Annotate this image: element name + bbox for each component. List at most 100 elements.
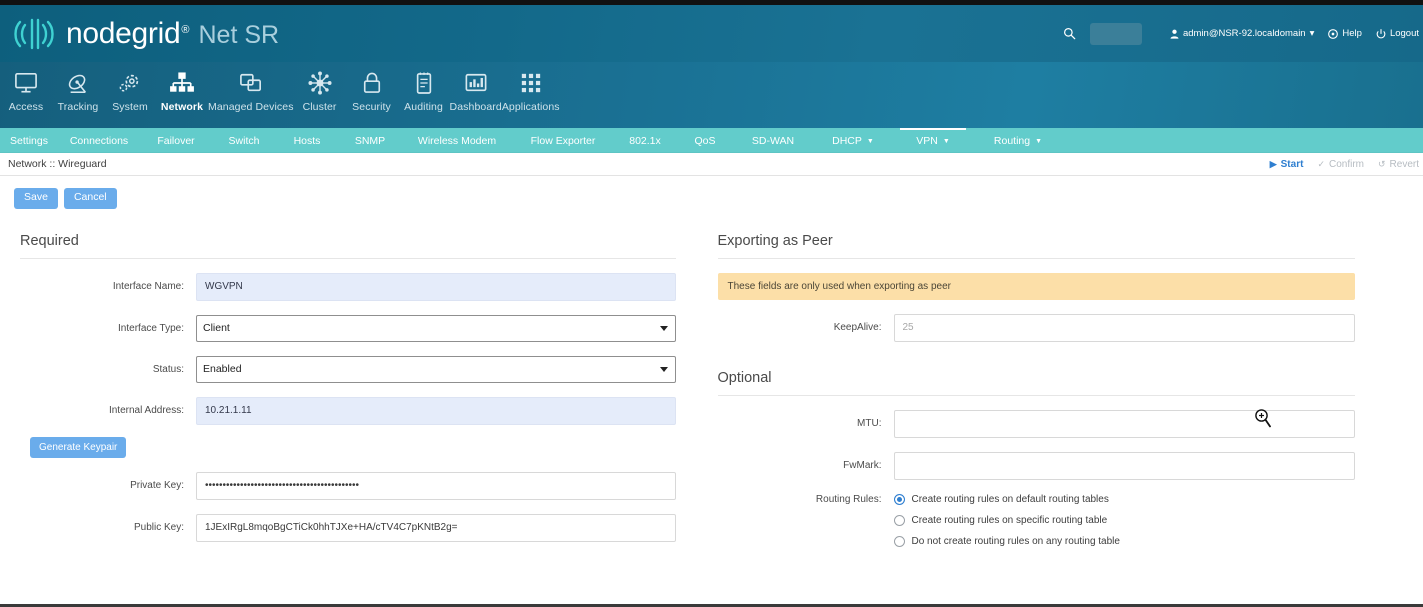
field-routing-rules: Routing Rules: Create routing rules on d… <box>718 493 1356 547</box>
field-keepalive: KeepAlive: <box>718 313 1355 342</box>
optional-section-title: Optional <box>717 370 1355 396</box>
exporting-notice: These fields are only used when exportin… <box>717 272 1355 300</box>
application-window: nodegrid ® Net SR admin@NSR-92.localdomai… <box>0 0 1423 607</box>
fwmark-input[interactable] <box>893 451 1355 480</box>
chevron-down-icon: ▼ <box>942 138 950 145</box>
keepalive-input[interactable] <box>893 313 1355 342</box>
routing-rules-options: Create routing rules on default routing … <box>893 493 1356 547</box>
field-mtu: MTU: <box>718 409 1355 438</box>
save-button[interactable]: Save <box>14 188 58 209</box>
public-key-input[interactable] <box>196 513 676 542</box>
subnav-label: Failover <box>157 134 195 147</box>
subnav-connections[interactable]: Connections <box>58 128 140 153</box>
search-input[interactable] <box>1089 22 1142 45</box>
nav-item-network[interactable]: Network <box>156 62 208 113</box>
routing-rule-option-none[interactable]: Do not create routing rules on any routi… <box>893 535 1356 547</box>
radio-default-routing-tables[interactable] <box>893 493 905 505</box>
nav-item-tracking[interactable]: Tracking <box>52 62 104 113</box>
chevron-down-icon: ▼ <box>1035 138 1043 145</box>
subnav-label: Switch <box>228 134 260 147</box>
subnav-wireless-modem[interactable]: Wireless Modem <box>402 128 512 153</box>
chevron-down-icon: ▼ <box>866 138 874 145</box>
subnav-snmp[interactable]: SNMP <box>338 128 402 153</box>
private-key-label: Private Key: <box>130 480 184 492</box>
subnav-label: Settings <box>10 134 48 147</box>
nav-item-system[interactable]: System <box>104 62 156 113</box>
mtu-input[interactable] <box>893 409 1355 438</box>
revert-label: Revert <box>1389 158 1419 170</box>
help-link[interactable]: Help <box>1328 28 1362 39</box>
subnav-sdwan[interactable]: SD-WAN <box>734 128 812 153</box>
nav-label: Auditing <box>404 101 443 113</box>
interface-type-select[interactable]: Client <box>196 314 676 342</box>
subnav-settings[interactable]: Settings <box>0 128 58 153</box>
nav-item-auditing[interactable]: Auditing <box>398 62 450 113</box>
logout-label: Logout <box>1389 28 1419 39</box>
help-label: Help <box>1342 28 1362 39</box>
interface-name-input[interactable] <box>196 272 676 301</box>
nav-label: Dashboard <box>449 101 502 113</box>
nav-item-managed-devices[interactable]: Managed Devices <box>208 62 294 113</box>
secondary-navigation: Settings Connections Failover Switch Hos… <box>0 128 1423 153</box>
status-label: Status: <box>152 363 184 375</box>
confirm-label: Confirm <box>1328 158 1364 170</box>
generate-keypair-row: Generate Keypair <box>20 436 676 458</box>
field-interface-name: Interface Name: <box>20 272 676 301</box>
subnav-routing[interactable]: Routing ▼ <box>972 128 1064 153</box>
help-icon <box>1328 28 1339 39</box>
generate-keypair-button[interactable]: Generate Keypair <box>30 436 127 458</box>
field-status: Status: Enabled <box>20 355 676 383</box>
mtu-label: MTU: <box>857 418 882 430</box>
routing-rules-label: Routing Rules: <box>815 493 882 505</box>
subnav-flow-exporter[interactable]: Flow Exporter <box>512 128 614 153</box>
field-internal-address: Internal Address: <box>20 396 676 425</box>
header-right-group: admin@NSR-92.localdomain ▾ Help Logout <box>1063 22 1419 45</box>
user-menu[interactable]: admin@NSR-92.localdomain ▾ <box>1170 28 1314 39</box>
subnav-hosts[interactable]: Hosts <box>276 128 338 153</box>
subnav-dhcp[interactable]: DHCP ▼ <box>812 128 894 153</box>
subnav-vpn[interactable]: VPN ▼ <box>894 128 972 153</box>
radio-specific-routing-table[interactable] <box>893 514 905 526</box>
nav-label: Access <box>8 101 44 113</box>
nav-label: Tracking <box>57 101 99 113</box>
start-action[interactable]: ▶ Start <box>1270 159 1304 170</box>
search-icon[interactable] <box>1063 27 1076 40</box>
routing-rule-option-specific[interactable]: Create routing rules on specific routing… <box>893 514 1356 526</box>
keepalive-label: KeepAlive: <box>833 322 882 334</box>
windows-stack-icon <box>239 70 263 96</box>
cluster-node-icon <box>308 70 332 96</box>
brand-subtitle: Net SR <box>198 20 280 49</box>
subnav-switch[interactable]: Switch <box>212 128 276 153</box>
radio-label: Create routing rules on default routing … <box>911 493 1109 505</box>
nav-item-access[interactable]: Access <box>0 62 52 113</box>
nav-item-applications[interactable]: Applications <box>502 62 560 113</box>
revert-icon: ↺ <box>1378 158 1386 169</box>
brand-logo[interactable]: nodegrid ® Net SR <box>8 16 279 52</box>
subnav-label: Routing <box>993 134 1031 147</box>
grid-apps-icon <box>520 70 542 96</box>
gear-icon <box>118 70 142 96</box>
internal-address-label: Internal Address: <box>108 405 184 417</box>
subnav-8021x[interactable]: 802.1x <box>614 128 676 153</box>
breadcrumb-actions: ▶ Start ✓ Confirm ↺ Revert <box>1270 159 1419 170</box>
nav-item-security[interactable]: Security <box>346 62 398 113</box>
field-public-key: Public Key: <box>20 513 676 542</box>
play-icon: ▶ <box>1269 158 1277 169</box>
logout-link[interactable]: Logout <box>1376 28 1419 39</box>
private-key-input[interactable] <box>196 471 676 500</box>
subnav-qos[interactable]: QoS <box>676 128 734 153</box>
nav-item-cluster[interactable]: Cluster <box>294 62 346 113</box>
nav-item-dashboard[interactable]: Dashboard <box>450 62 502 113</box>
cancel-button[interactable]: Cancel <box>63 188 117 209</box>
internal-address-input[interactable] <box>196 396 676 425</box>
radio-no-routing-table[interactable] <box>893 535 905 547</box>
routing-rule-option-default[interactable]: Create routing rules on default routing … <box>893 493 1356 505</box>
radio-label: Do not create routing rules on any routi… <box>911 535 1120 547</box>
subnav-failover[interactable]: Failover <box>140 128 212 153</box>
status-select[interactable]: Enabled <box>196 355 676 383</box>
lock-icon <box>362 70 382 96</box>
subnav-label: Connections <box>69 134 129 147</box>
primary-icon-navigation: Access Tracking System Network Managed D <box>0 62 1423 128</box>
user-label: admin@NSR-92.localdomain <box>1182 28 1306 39</box>
breadcrumb: Network :: Wireguard <box>8 158 107 170</box>
